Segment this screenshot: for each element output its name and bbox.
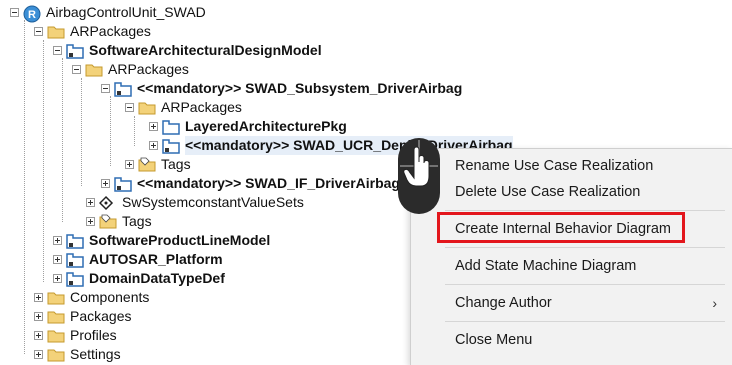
tree-item-swad-subsystem-driverairbag[interactable]: <<mandatory>> SWAD_Subsystem_DriverAirba… <box>101 79 462 98</box>
project-r-icon: R <box>23 5 41 22</box>
tree-item-arpackages[interactable]: ARPackages <box>72 60 189 79</box>
diamond-constant-icon <box>99 195 117 211</box>
tree-item-label: LayeredArchitecturePkg <box>185 118 347 134</box>
expand-toggle[interactable] <box>149 141 158 150</box>
chevron-right-icon: › <box>712 295 717 311</box>
package-icon <box>162 119 180 135</box>
expand-toggle[interactable] <box>53 274 62 283</box>
expand-toggle[interactable] <box>34 331 43 340</box>
tree-item-label: Packages <box>70 308 132 324</box>
tags-folder-icon <box>99 214 117 230</box>
tree-item-settings[interactable]: Settings <box>34 345 121 364</box>
tree-item-packages[interactable]: Packages <box>34 307 131 326</box>
tree-item-label: SoftwareProductLineModel <box>89 232 271 248</box>
folder-icon <box>138 100 156 116</box>
expand-toggle[interactable] <box>149 122 158 131</box>
tree-item-software-architectural-design-model[interactable]: SoftwareArchitecturalDesignModel <box>53 41 322 60</box>
tree-item-label: AUTOSAR_Platform <box>89 251 223 267</box>
tree-item-label: <<mandatory>> SWAD_Subsystem_DriverAirba… <box>137 80 463 96</box>
tree-item-tags[interactable]: Tags <box>125 155 191 174</box>
tree-item-layered-architecture-pkg[interactable]: LayeredArchitecturePkg <box>149 117 347 136</box>
package-icon <box>66 43 84 59</box>
collapse-toggle[interactable] <box>125 103 134 112</box>
tree-item-label: <<mandatory>> SWAD_IF_DriverAirbag <box>137 175 400 191</box>
expand-toggle[interactable] <box>34 312 43 321</box>
folder-icon <box>47 290 65 306</box>
collapse-toggle[interactable] <box>34 27 43 36</box>
expand-toggle[interactable] <box>125 160 134 169</box>
highlight-box <box>437 212 685 243</box>
package-icon <box>162 138 180 154</box>
expand-toggle[interactable] <box>101 179 110 188</box>
mouse-click-icon <box>396 136 442 216</box>
menu-separator <box>445 247 725 248</box>
package-icon <box>66 252 84 268</box>
menu-separator <box>445 284 725 285</box>
tree-item-tags[interactable]: Tags <box>86 212 152 231</box>
menu-separator <box>445 321 725 322</box>
tree-item-label: SwSystemconstantValueSets <box>122 194 304 210</box>
tree-item-swsystemconstantvaluesets[interactable]: SwSystemconstantValueSets <box>86 193 304 212</box>
expand-toggle[interactable] <box>53 236 62 245</box>
tree-root[interactable]: R AirbagControlUnit_SWAD <box>10 3 206 22</box>
folder-icon <box>47 309 65 325</box>
menu-separator <box>445 210 725 211</box>
tree-item-label: Profiles <box>70 327 117 343</box>
menu-item-change-author[interactable]: Change Author › <box>411 289 732 317</box>
tree-item-components[interactable]: Components <box>34 288 149 307</box>
tree-item-domain-data-type-def[interactable]: DomainDataTypeDef <box>53 269 225 288</box>
tree-item-label: ARPackages <box>161 99 242 115</box>
folder-icon <box>47 347 65 363</box>
folder-icon <box>85 62 103 78</box>
menu-item-rename-use-case-realization[interactable]: Rename Use Case Realization <box>411 152 732 180</box>
package-icon <box>114 81 132 97</box>
expand-toggle[interactable] <box>53 255 62 264</box>
tree-item-arpackages[interactable]: ARPackages <box>125 98 242 117</box>
folder-icon <box>47 328 65 344</box>
tags-folder-icon <box>138 157 156 173</box>
collapse-toggle[interactable] <box>72 65 81 74</box>
tree-item-arpackages[interactable]: ARPackages <box>34 22 151 41</box>
package-icon <box>66 271 84 287</box>
expand-toggle[interactable] <box>86 217 95 226</box>
package-icon <box>114 176 132 192</box>
tree-item-label: ARPackages <box>70 23 151 39</box>
tree-item-autosar-platform[interactable]: AUTOSAR_Platform <box>53 250 223 269</box>
svg-text:R: R <box>28 9 36 21</box>
expand-toggle[interactable] <box>34 293 43 302</box>
package-icon <box>66 233 84 249</box>
tree-item-swad-if-driverairbag[interactable]: <<mandatory>> SWAD_IF_DriverAirbag <box>101 174 400 193</box>
collapse-toggle[interactable] <box>10 8 19 17</box>
menu-item-add-state-machine-diagram[interactable]: Add State Machine Diagram <box>411 252 732 280</box>
tree-item-label: Components <box>70 289 150 305</box>
expand-toggle[interactable] <box>86 198 95 207</box>
tree-item-label: ARPackages <box>108 61 189 77</box>
menu-item-delete-use-case-realization[interactable]: Delete Use Case Realization <box>411 178 732 206</box>
tree-item-software-product-line-model[interactable]: SoftwareProductLineModel <box>53 231 270 250</box>
collapse-toggle[interactable] <box>101 84 110 93</box>
folder-icon <box>47 24 65 40</box>
tree-item-label: Tags <box>122 213 152 229</box>
tree-item-profiles[interactable]: Profiles <box>34 326 117 345</box>
tree-item-label: SoftwareArchitecturalDesignModel <box>89 42 322 58</box>
menu-item-close-menu[interactable]: Close Menu <box>411 326 732 354</box>
tree-item-label: Settings <box>70 346 121 362</box>
tree-item-label: Tags <box>161 156 191 172</box>
context-menu: Rename Use Case Realization Delete Use C… <box>410 148 732 365</box>
tree-item-label: DomainDataTypeDef <box>89 270 225 286</box>
tree-item-label: AirbagControlUnit_SWAD <box>46 4 206 20</box>
menu-item-label: Change Author <box>455 295 552 311</box>
expand-toggle[interactable] <box>34 350 43 359</box>
collapse-toggle[interactable] <box>53 46 62 55</box>
